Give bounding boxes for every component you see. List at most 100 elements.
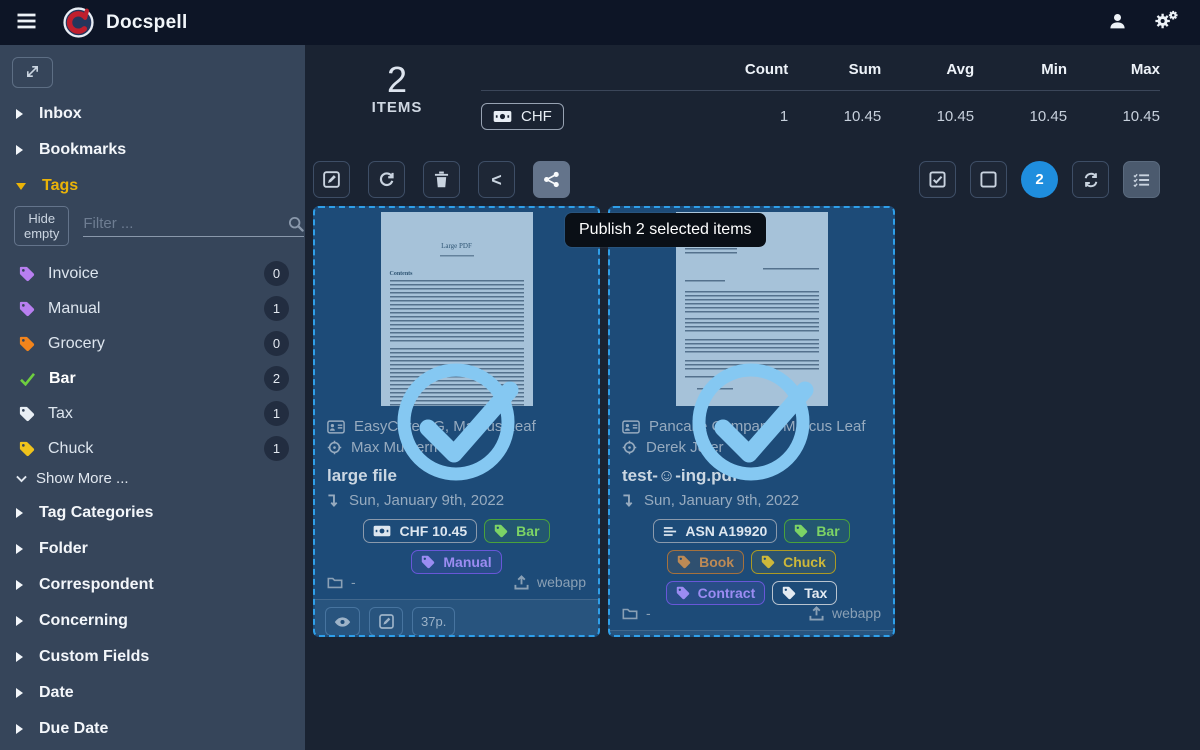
stats-section: 2 ITEMS Count Sum Avg Min Max — [313, 57, 1160, 145]
caret-down-icon — [16, 183, 26, 190]
sidebar-item-tags[interactable]: Tags — [0, 168, 305, 204]
level-down-icon — [327, 493, 340, 508]
sidebar-item-bookmarks[interactable]: Bookmarks — [0, 132, 305, 168]
sidebar-item-label: Folder — [39, 540, 88, 558]
sidebar-item-inbox[interactable]: Inbox — [0, 96, 305, 132]
sidebar-item-label: Custom Fields — [39, 648, 149, 666]
sidebar-item-concerning[interactable]: Concerning — [0, 603, 305, 639]
sidebar-item-folder[interactable]: Folder — [0, 531, 305, 567]
preview-item-button[interactable] — [325, 607, 360, 636]
item-title: test-☺-ing.pdf — [622, 466, 881, 486]
tag-count-badge: 0 — [264, 261, 289, 286]
item-card-list: Large PDF Contents EasyCare AG, Marcus L… — [313, 206, 1160, 637]
badge-label: Bar — [816, 523, 839, 539]
tag-count-badge: 1 — [264, 401, 289, 426]
stat-sum: 10.45 — [788, 91, 881, 131]
sidebar-item-date[interactable]: Date — [0, 675, 305, 711]
tag-count-badge: 1 — [264, 436, 289, 461]
tag-filter — [83, 215, 304, 237]
select-all-button[interactable] — [919, 161, 956, 198]
tag-row-chuck[interactable]: Chuck 1 — [0, 431, 305, 466]
item-badge: Book — [667, 550, 744, 574]
sidebar-item-due-date[interactable]: Due Date — [0, 711, 305, 747]
list-view-button[interactable] — [1123, 161, 1160, 198]
source-value: webapp — [832, 605, 881, 621]
sidebar-item-correspondent[interactable]: Correspondent — [0, 567, 305, 603]
trash-icon — [434, 171, 449, 188]
gears-icon — [1153, 10, 1178, 35]
redo-icon — [378, 171, 395, 188]
item-date-line: Sun, January 9th, 2022 — [327, 492, 586, 509]
card-footer: 37p. — [315, 599, 598, 637]
preview-subheading: Contents — [390, 271, 524, 277]
sidebar-item-tag-categories[interactable]: Tag Categories — [0, 495, 305, 531]
edit-selected-button[interactable] — [313, 161, 350, 198]
item-card[interactable]: Pancake Company, Marcus Leaf Derek Jeter… — [608, 206, 895, 637]
item-badges: ASN A19920 Bar Book Chuck Contract — [622, 519, 881, 605]
tag-name: Bar — [49, 370, 76, 388]
hide-empty-button[interactable]: Hide empty — [14, 206, 69, 246]
reload-button[interactable] — [1072, 161, 1109, 198]
show-more-label: Show More ... — [36, 470, 129, 487]
deselect-all-button[interactable] — [970, 161, 1007, 198]
folder-icon — [327, 576, 343, 589]
tag-row-manual[interactable]: Manual 1 — [0, 291, 305, 326]
preview-heading: Large PDF — [390, 242, 524, 250]
tag-icon — [19, 266, 35, 282]
chevron-down-icon — [16, 475, 27, 483]
publish-tooltip: Publish 2 selected items — [565, 213, 766, 247]
crosshair-icon — [622, 440, 637, 455]
tag-name: Manual — [48, 300, 100, 318]
bars-icon — [663, 526, 677, 537]
item-title: large file — [327, 466, 586, 486]
expand-icon — [25, 64, 40, 82]
stat-max: 10.45 — [1067, 91, 1160, 131]
share-icon — [543, 171, 560, 188]
folder-icon — [622, 607, 638, 620]
reprocess-selected-button[interactable] — [368, 161, 405, 198]
settings-button[interactable] — [1153, 10, 1178, 35]
tag-name: Tax — [48, 405, 73, 423]
expand-sidebar-button[interactable] — [12, 57, 53, 88]
tag-name: Invoice — [48, 265, 99, 283]
tag-name: Chuck — [48, 440, 93, 458]
show-more-tags[interactable]: Show More ... — [0, 466, 305, 495]
stats-col-max: Max — [1067, 57, 1160, 91]
badge-label: Chuck — [783, 554, 826, 570]
folder-value: - — [351, 574, 356, 590]
stats-row: CHF 1 10.45 10.45 10.45 10.45 — [481, 91, 1160, 131]
item-badge: Bar — [784, 519, 849, 543]
item-badge: Contract — [666, 581, 766, 605]
tag-filter-input[interactable] — [83, 215, 282, 232]
tag-row-grocery[interactable]: Grocery 0 — [0, 326, 305, 361]
sidebar-item-label: Correspondent — [39, 576, 154, 594]
delete-selected-button[interactable] — [423, 161, 460, 198]
badge-label: Tax — [804, 585, 827, 601]
sidebar-item-label: Concerning — [39, 612, 128, 630]
user-menu-button[interactable] — [1108, 10, 1127, 35]
merge-selected-button[interactable]: < — [478, 161, 515, 198]
item-card[interactable]: Large PDF Contents EasyCare AG, Marcus L… — [313, 206, 600, 637]
tag-row-bar[interactable]: Bar 2 — [0, 361, 305, 396]
caret-right-icon — [16, 616, 23, 626]
upload-icon — [809, 606, 824, 621]
menu-button[interactable] — [16, 13, 37, 32]
tag-row-tax[interactable]: Tax 1 — [0, 396, 305, 431]
navbar: Docspell — [0, 0, 1200, 45]
stat-avg: 10.45 — [881, 91, 974, 131]
tag-row-invoice[interactable]: Invoice 0 — [0, 256, 305, 291]
publish-selected-button[interactable] — [533, 161, 570, 198]
caret-right-icon — [16, 145, 23, 155]
tag-icon — [494, 524, 508, 538]
crosshair-icon — [327, 440, 342, 455]
sidebar-item-custom-fields[interactable]: Custom Fields — [0, 639, 305, 675]
caret-right-icon — [16, 508, 23, 518]
edit-item-button[interactable] — [369, 607, 403, 636]
badge-label: Bar — [516, 523, 539, 539]
tag-count-badge: 1 — [264, 296, 289, 321]
caret-right-icon — [16, 580, 23, 590]
app-title: Docspell — [106, 12, 188, 34]
tag-icon — [677, 555, 691, 569]
money-icon — [493, 110, 512, 123]
badge-label: ASN A19920 — [685, 523, 767, 539]
